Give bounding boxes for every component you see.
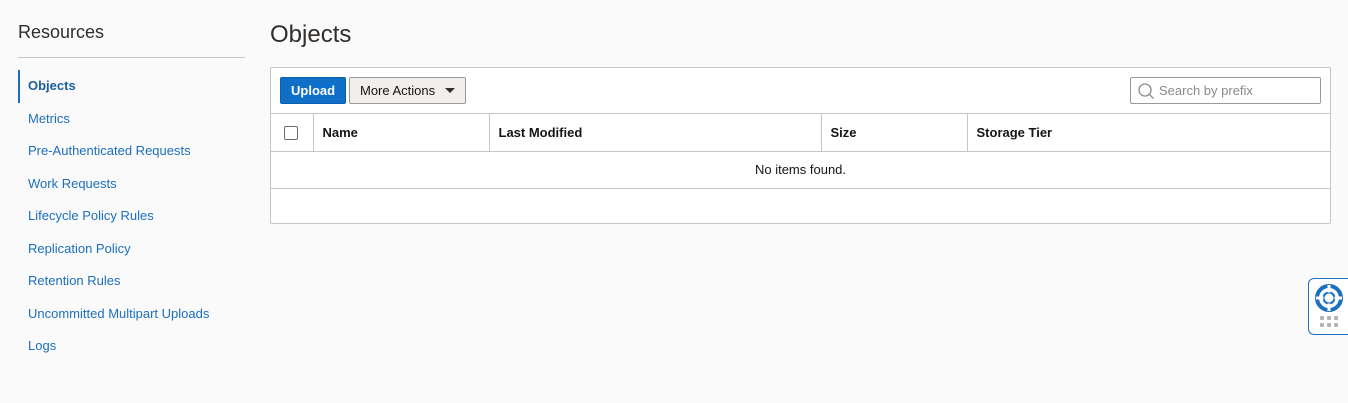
sidebar-item-lifecycle-policy-rules[interactable]: Lifecycle Policy Rules (18, 200, 245, 233)
table-header-row: Name Last Modified Size Storage Tier (271, 114, 1330, 152)
more-actions-button[interactable]: More Actions (349, 77, 467, 104)
sidebar-item-retention-rules[interactable]: Retention Rules (18, 265, 245, 298)
objects-toolbar: Upload More Actions (271, 68, 1330, 114)
table-row: No items found. (271, 151, 1330, 189)
search-input[interactable] (1159, 83, 1319, 98)
grip-icon[interactable] (1320, 316, 1338, 328)
more-actions-label: More Actions (360, 83, 436, 98)
objects-panel: Upload More Actions Search by prefix Nam… (270, 67, 1331, 224)
search-box (1130, 77, 1321, 104)
help-widget[interactable] (1308, 278, 1348, 335)
sidebar-item-work-requests[interactable]: Work Requests (18, 168, 245, 201)
empty-message: No items found. (271, 151, 1330, 189)
column-header-last-modified[interactable]: Last Modified (489, 114, 822, 152)
select-all-header (271, 114, 314, 152)
chevron-down-icon (445, 88, 456, 93)
objects-main: Objects Upload More Actions Search by pr… (270, 20, 1331, 224)
sidebar-item-replication-policy[interactable]: Replication Policy (18, 233, 245, 266)
objects-table: Name Last Modified Size Storage Tier No … (271, 114, 1330, 189)
sidebar-item-pre-authenticated-requests[interactable]: Pre-Authenticated Requests (18, 135, 245, 168)
sidebar-item-logs[interactable]: Logs (18, 330, 245, 363)
page: Resources Objects Metrics Pre-Authentica… (0, 0, 1348, 403)
sidebar-item-metrics[interactable]: Metrics (18, 103, 245, 136)
resources-sidebar: Resources Objects Metrics Pre-Authentica… (18, 22, 245, 363)
page-title: Objects (270, 21, 352, 48)
select-all-checkbox[interactable] (284, 126, 298, 141)
sidebar-title: Resources (18, 22, 245, 58)
sidebar-item-objects[interactable]: Objects (18, 70, 245, 103)
column-header-storage-tier[interactable]: Storage Tier (967, 114, 1330, 152)
lifebuoy-icon (1315, 284, 1343, 312)
upload-button[interactable]: Upload (280, 77, 347, 104)
column-header-size[interactable]: Size (821, 114, 968, 152)
resources-nav: Objects Metrics Pre-Authenticated Reques… (18, 70, 245, 363)
sidebar-item-uncommitted-multipart-uploads[interactable]: Uncommitted Multipart Uploads (18, 298, 245, 331)
column-header-name[interactable]: Name (313, 114, 490, 152)
search-icon (1138, 82, 1154, 99)
